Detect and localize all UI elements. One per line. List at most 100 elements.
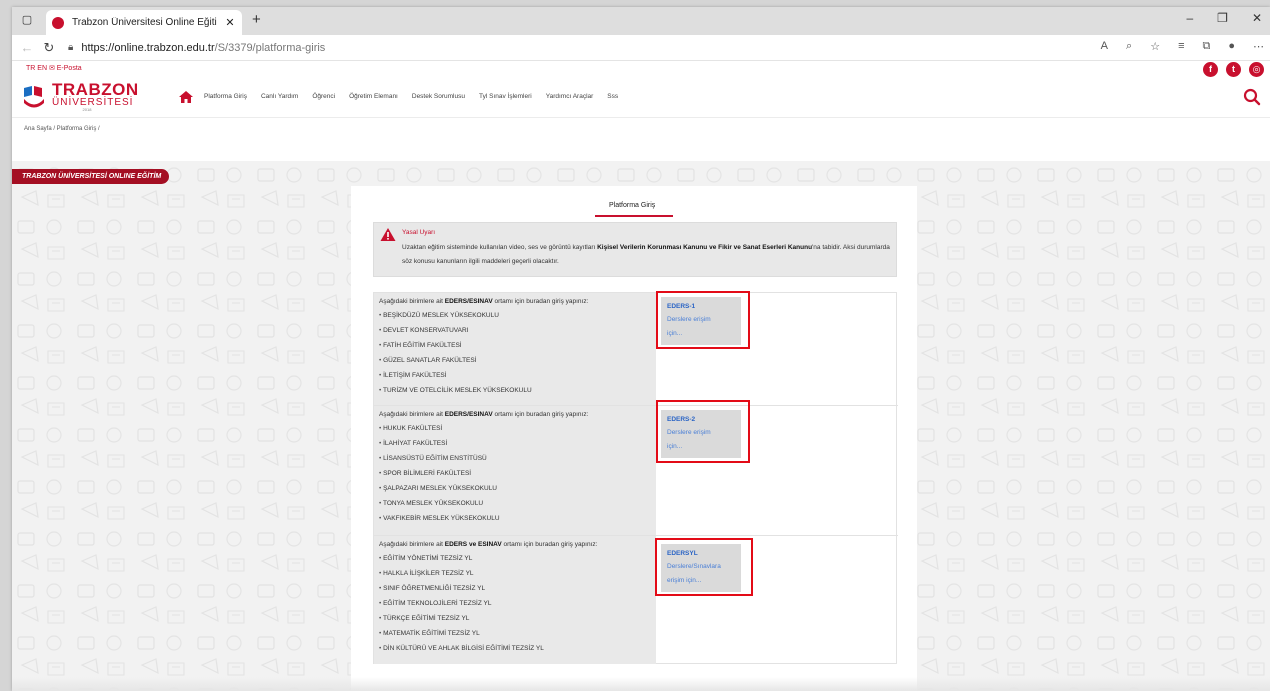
- instagram-icon[interactable]: ◎: [1249, 62, 1264, 77]
- home-icon[interactable]: [178, 90, 194, 104]
- list-item: İLAHİYAT FAKÜLTESİ: [379, 436, 651, 451]
- logo-mark-icon: [24, 85, 44, 107]
- unit-list-cell: Aşağıdaki birimlere ait EDERS/ESINAV ort…: [374, 406, 656, 535]
- panel-title: Platforma Giriş: [609, 202, 656, 209]
- logo-subtitle: ÜNİVERSİTESİ: [52, 97, 134, 108]
- warning-icon: [380, 228, 396, 241]
- highlight-box-eders-1: [656, 291, 750, 349]
- unit-row-eders-2: Aşağıdaki birimlere ait EDERS/ESINAV ort…: [374, 400, 898, 536]
- url-host: https://online.trabzon.edu.tr: [81, 41, 215, 54]
- list-item: LİSANSÜSTÜ EĞİTİM ENSTİTÜSÜ: [379, 451, 651, 466]
- unit-list: BEŞİKDÜZÜ MESLEK YÜKSEKOKULU DEVLET KONS…: [379, 308, 651, 398]
- close-window-icon[interactable]: ✕: [1252, 11, 1262, 25]
- unit-list: EĞİTİM YÖNETİMİ TEZSİZ YL HALKLA İLİŞKİL…: [379, 551, 651, 656]
- unit-intro: Aşağıdaki birimlere ait EDERS/ESINAV ort…: [379, 298, 651, 305]
- list-item: ŞALPAZARI MESLEK YÜKSEKOKULU: [379, 481, 651, 496]
- lock-icon: 🔒︎: [68, 42, 74, 53]
- address-bar[interactable]: 🔒︎ https://online.trabzon.edu.tr/S/3379/…: [68, 42, 325, 54]
- list-item: İLETİŞİM FAKÜLTESİ: [379, 368, 651, 383]
- platform-login-panel: Platforma Giriş Yasal Uyarı Uzaktan eğit…: [351, 186, 917, 691]
- list-item: BEŞİKDÜZÜ MESLEK YÜKSEKOKULU: [379, 308, 651, 323]
- unit-row-edersyl: Aşağıdaki birimlere ait EDERS ve ESINAV …: [374, 536, 898, 664]
- browser-toolbar: ← ↻ 🔒︎ https://online.trabzon.edu.tr/S/3…: [12, 35, 1270, 61]
- menu-item-faq[interactable]: Sss: [607, 93, 618, 100]
- intro-part: ortamı için buradan giriş yapınız:: [501, 541, 598, 548]
- logo-year: 2018: [82, 107, 92, 112]
- refresh-icon[interactable]: ↻: [38, 40, 60, 56]
- online-education-ribbon: TRABZON ÜNİVERSİTESİ ONLINE EĞİTİM: [12, 169, 170, 184]
- unit-list: HUKUK FAKÜLTESİ İLAHİYAT FAKÜLTESİ LİSAN…: [379, 421, 651, 526]
- unit-row-eders-1: Aşağıdaki birimlere ait EDERS/ESINAV ort…: [374, 291, 898, 406]
- list-item: TÜRKÇE EĞİTİMİ TEZSİZ YL: [379, 611, 651, 626]
- list-item: EĞİTİM TEKNOLOJİLERİ TEZSİZ YL: [379, 596, 651, 611]
- facebook-icon[interactable]: f: [1203, 62, 1218, 77]
- list-item: TURİZM VE OTELCİLİK MESLEK YÜKSEKOKULU: [379, 383, 651, 398]
- menu-item-instructor[interactable]: Öğretim Elemanı: [349, 93, 398, 100]
- university-logo[interactable]: TRABZON ÜNİVERSİTESİ 2018: [22, 81, 172, 112]
- highlight-box-edersyl: [655, 538, 753, 596]
- favorite-star-icon[interactable]: ☆: [1150, 40, 1160, 53]
- read-aloud-icon[interactable]: A: [1101, 40, 1108, 53]
- twitter-icon[interactable]: t: [1226, 62, 1241, 77]
- panel-title-underline: [595, 215, 673, 217]
- intro-part: ortamı için buradan giriş yapınız:: [492, 298, 589, 305]
- search-icon[interactable]: [1242, 87, 1262, 107]
- menu-item-student[interactable]: Öğrenci: [312, 93, 335, 100]
- list-item: FATİH EĞİTİM FAKÜLTESİ: [379, 338, 651, 353]
- units-table: Aşağıdaki birimlere ait EDERS/ESINAV ort…: [373, 291, 898, 664]
- unit-list-cell: Aşağıdaki birimlere ait EDERS ve ESINAV …: [374, 536, 656, 664]
- tab-title: Trabzon Üniversitesi Online Eğiti: [72, 17, 217, 28]
- list-item: GÜZEL SANATLAR FAKÜLTESİ: [379, 353, 651, 368]
- intro-part: Aşağıdaki birimlere ait: [379, 411, 445, 418]
- browser-window: ▢ Trabzon Üniversitesi Online Eğiti ✕ + …: [12, 7, 1270, 691]
- more-menu-icon[interactable]: ⋯: [1253, 40, 1264, 53]
- intro-part: Aşağıdaki birimlere ait: [379, 541, 445, 548]
- site-header: TRABZON ÜNİVERSİTESİ 2018 Platforma Giri…: [12, 76, 1270, 118]
- logo-title: TRABZON: [52, 80, 139, 99]
- unit-list-cell: Aşağıdaki birimlere ait EDERS/ESINAV ort…: [374, 293, 656, 405]
- warning-title: Yasal Uyarı: [402, 229, 436, 236]
- list-item: EĞİTİM YÖNETİMİ TEZSİZ YL: [379, 551, 651, 566]
- favorites-list-icon[interactable]: ≡: [1178, 40, 1184, 53]
- list-item: DEVLET KONSERVATUVARI: [379, 323, 651, 338]
- menu-item-platform-login[interactable]: Platforma Giriş: [204, 93, 247, 100]
- list-item: SINIF ÖĞRETMENLİĞİ TEZSİZ YL: [379, 581, 651, 596]
- menu-item-support[interactable]: Destek Sorumlusu: [412, 93, 465, 100]
- profile-avatar-icon[interactable]: ●: [1228, 40, 1235, 53]
- warning-text: Uzaktan eğitim sisteminde kullanılan vid…: [402, 241, 892, 269]
- list-item: HALKLA İLİŞKİLER TEZSİZ YL: [379, 566, 651, 581]
- intro-platform-name: EDERS/ESINAV: [444, 411, 493, 418]
- list-item: HUKUK FAKÜLTESİ: [379, 421, 651, 436]
- zoom-icon[interactable]: ⌕: [1126, 40, 1132, 53]
- url-path: /S/3379/platforma-giris: [214, 41, 326, 54]
- back-icon[interactable]: ←: [16, 40, 38, 55]
- warning-text-law-names: Kişisel Verilerin Korunması Kanunu ve Fi…: [597, 244, 813, 251]
- new-tab-icon[interactable]: +: [252, 11, 261, 28]
- intro-part: ortamı için buradan giriş yapınız:: [492, 411, 589, 418]
- collections-icon[interactable]: ⧉: [1202, 40, 1210, 53]
- browser-tab[interactable]: Trabzon Üniversitesi Online Eğiti ✕: [46, 10, 242, 35]
- close-tab-icon[interactable]: ✕: [224, 16, 236, 29]
- list-item: SPOR BİLİMLERİ FAKÜLTESİ: [379, 466, 651, 481]
- bottom-fade: [12, 677, 1270, 691]
- menu-item-tyl-exam[interactable]: Tyl Sınav İşlemleri: [479, 93, 532, 100]
- list-item: VAKFIKEBİR MESLEK YÜKSEKOKULU: [379, 511, 651, 526]
- main-menu: Platforma Giriş Canlı Yardım Öğrenci Öğr…: [204, 93, 618, 100]
- breadcrumb[interactable]: Ana Sayfa / Platforma Giriş /: [12, 118, 1270, 140]
- tab-strip: ▢ Trabzon Üniversitesi Online Eğiti ✕ + …: [12, 7, 1270, 35]
- main-content: TRABZON ÜNİVERSİTESİ ONLINE EĞİTİM Platf…: [12, 161, 1270, 691]
- menu-item-tools[interactable]: Yardımcı Araçlar: [546, 93, 594, 100]
- restore-icon[interactable]: ❐: [1217, 11, 1228, 25]
- tab-actions-icon[interactable]: ▢: [20, 13, 34, 27]
- site-favicon-icon: [52, 16, 64, 29]
- unit-intro: Aşağıdaki birimlere ait EDERS/ESINAV ort…: [379, 411, 651, 418]
- legal-warning-box: Yasal Uyarı Uzaktan eğitim sisteminde ku…: [373, 222, 897, 277]
- language-links[interactable]: TR EN ✉ E-Posta: [26, 65, 82, 72]
- intro-part: Aşağıdaki birimlere ait: [379, 298, 445, 305]
- unit-intro: Aşağıdaki birimlere ait EDERS ve ESINAV …: [379, 541, 651, 548]
- menu-item-live-help[interactable]: Canlı Yardım: [261, 93, 298, 100]
- list-item: TONYA MESLEK YÜKSEKOKULU: [379, 496, 651, 511]
- intro-platform-name: EDERS/ESINAV: [444, 298, 493, 305]
- highlight-box-eders-2: [656, 400, 750, 463]
- minimize-icon[interactable]: –: [1186, 11, 1193, 25]
